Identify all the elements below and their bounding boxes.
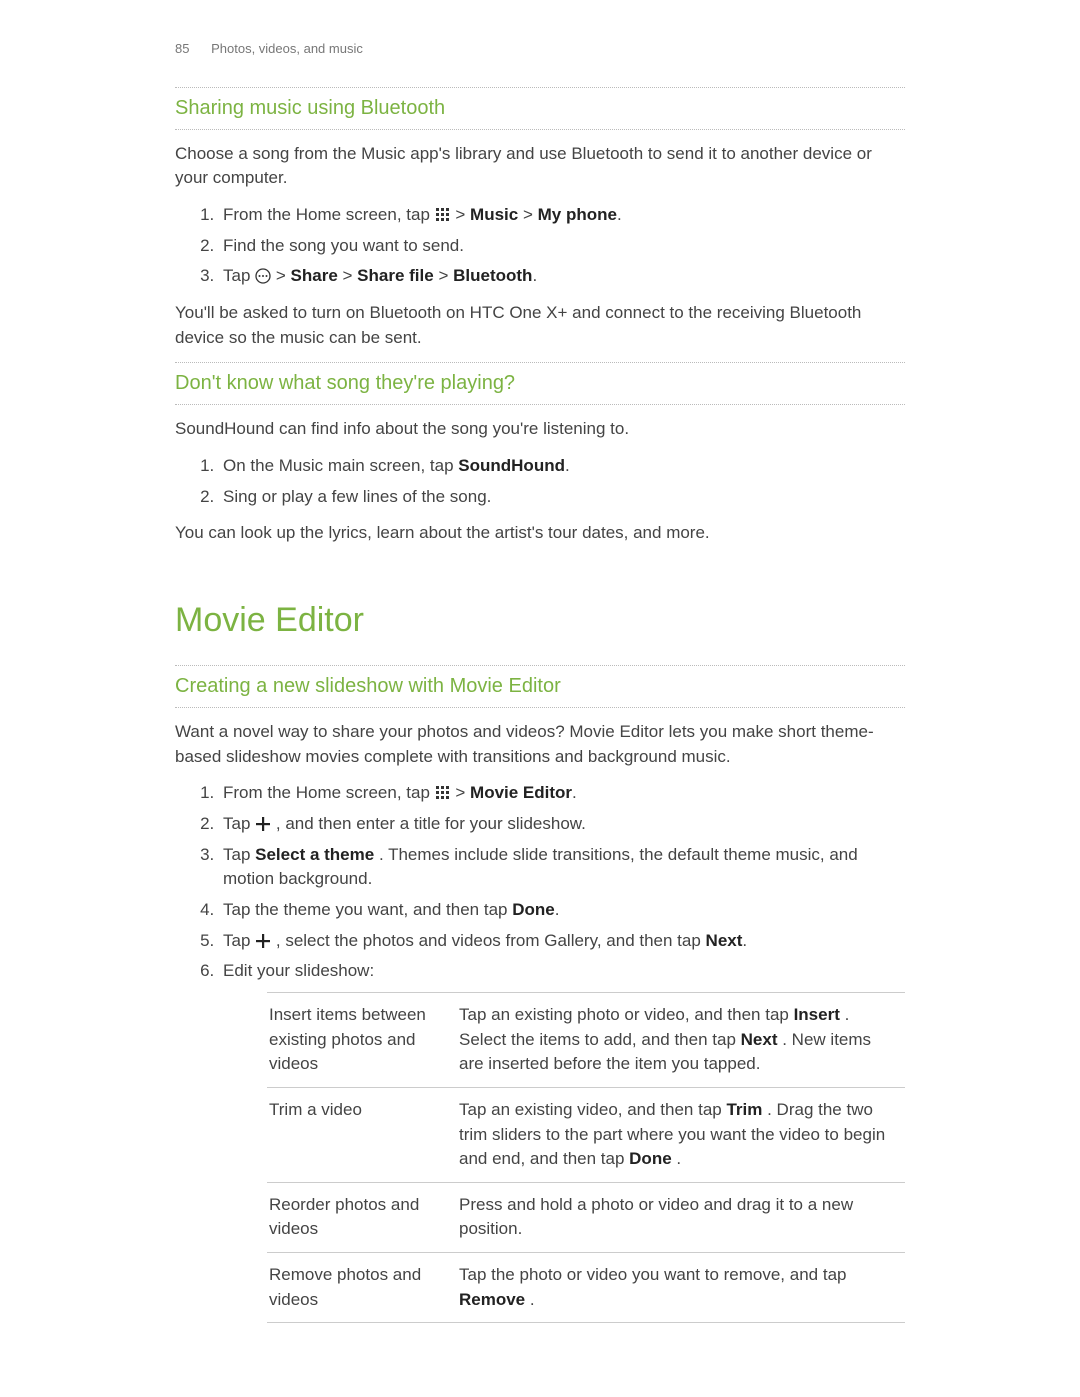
text: Press and hold a photo or video and drag… (459, 1195, 853, 1239)
bold-text: Music (470, 205, 518, 224)
text: Tap (223, 931, 255, 950)
apps-grid-icon (435, 207, 451, 223)
text: Tap (223, 266, 255, 285)
table-row: Insert items between existing photos and… (267, 992, 905, 1087)
text: > (438, 266, 453, 285)
bold-text: Share (291, 266, 338, 285)
plus-icon (255, 816, 271, 832)
paragraph: You can look up the lyrics, learn about … (175, 521, 905, 546)
paragraph: You'll be asked to turn on Bluetooth on … (175, 301, 905, 350)
text: Tap (223, 814, 255, 833)
apps-grid-icon (435, 785, 451, 801)
page-number: 85 (175, 40, 189, 59)
text: , select the photos and videos from Gall… (276, 931, 706, 950)
divider (175, 129, 905, 130)
paragraph: SoundHound can find info about the song … (175, 417, 905, 442)
bold-text: My phone (538, 205, 617, 224)
table-label: Trim a video (267, 1087, 457, 1182)
text: Tap an existing video, and then tap (459, 1100, 726, 1119)
table-desc: Tap the photo or video you want to remov… (457, 1253, 905, 1323)
text: > (343, 266, 358, 285)
subheading-soundhound: Don't know what song they're playing? (175, 369, 905, 398)
table-desc: Press and hold a photo or video and drag… (457, 1182, 905, 1252)
text: . (565, 456, 570, 475)
more-circle-icon (255, 268, 271, 284)
table-label: Reorder photos and videos (267, 1182, 457, 1252)
divider (175, 87, 905, 88)
list-item: Tap the theme you want, and then tap Don… (219, 898, 905, 923)
text: > (455, 205, 470, 224)
list-item: Tap Select a theme . Themes include slid… (219, 843, 905, 892)
text: > (276, 266, 291, 285)
table-desc: Tap an existing video, and then tap Trim… (457, 1087, 905, 1182)
list-item: On the Music main screen, tap SoundHound… (219, 454, 905, 479)
text: > (455, 783, 470, 802)
bold-text: Movie Editor (470, 783, 572, 802)
bold-text: Done (512, 900, 555, 919)
list-item: From the Home screen, tap > Movie Editor… (219, 781, 905, 806)
text: . (617, 205, 622, 224)
list-item: Tap > Share > Share file > Bluetooth. (219, 264, 905, 289)
bold-text: Trim (726, 1100, 762, 1119)
list-item: Find the song you want to send. (219, 234, 905, 259)
bold-text: Next (741, 1030, 778, 1049)
list-item: Edit your slideshow: Insert items betwee… (219, 959, 905, 1323)
table-row: Reorder photos and videos Press and hold… (267, 1182, 905, 1252)
text: > (523, 205, 538, 224)
divider (175, 362, 905, 363)
text: From the Home screen, tap (223, 783, 435, 802)
running-title: Photos, videos, and music (211, 41, 363, 56)
text: . (532, 266, 537, 285)
edit-slideshow-table: Insert items between existing photos and… (267, 992, 905, 1323)
table-row: Remove photos and videos Tap the photo o… (267, 1253, 905, 1323)
bold-text: Done (629, 1149, 672, 1168)
list-item: Tap , and then enter a title for your sl… (219, 812, 905, 837)
list-item: From the Home screen, tap > Music > My p… (219, 203, 905, 228)
list-item: Tap , select the photos and videos from … (219, 929, 905, 954)
text: . (676, 1149, 681, 1168)
bold-text: SoundHound (458, 456, 565, 475)
bold-text: Insert (794, 1005, 840, 1024)
bold-text: Share file (357, 266, 434, 285)
divider (175, 707, 905, 708)
section-title-movie-editor: Movie Editor (175, 596, 905, 645)
paragraph: Want a novel way to share your photos an… (175, 720, 905, 769)
text: . (530, 1290, 535, 1309)
table-label: Insert items between existing photos and… (267, 992, 457, 1087)
text: . (555, 900, 560, 919)
text: , and then enter a title for your slides… (276, 814, 586, 833)
text: Tap an existing photo or video, and then… (459, 1005, 794, 1024)
table-row: Trim a video Tap an existing video, and … (267, 1087, 905, 1182)
text: On the Music main screen, tap (223, 456, 458, 475)
subheading-creating-slideshow: Creating a new slideshow with Movie Edit… (175, 672, 905, 701)
plus-icon (255, 933, 271, 949)
divider (175, 404, 905, 405)
text: Tap (223, 845, 255, 864)
text: . (572, 783, 577, 802)
bold-text: Bluetooth (453, 266, 532, 285)
text: Edit your slideshow: (223, 961, 374, 980)
paragraph: Choose a song from the Music app's libra… (175, 142, 905, 191)
text: . (742, 931, 747, 950)
table-label: Remove photos and videos (267, 1253, 457, 1323)
steps-list: On the Music main screen, tap SoundHound… (175, 454, 905, 509)
steps-list: From the Home screen, tap > Movie Editor… (175, 781, 905, 1323)
bold-text: Remove (459, 1290, 525, 1309)
divider (175, 665, 905, 666)
steps-list: From the Home screen, tap > Music > My p… (175, 203, 905, 289)
bold-text: Next (706, 931, 743, 950)
text: Tap the photo or video you want to remov… (459, 1265, 846, 1284)
bold-text: Select a theme (255, 845, 374, 864)
manual-page: 85 Photos, videos, and music Sharing mus… (0, 0, 1080, 1397)
text: From the Home screen, tap (223, 205, 435, 224)
table-desc: Tap an existing photo or video, and then… (457, 992, 905, 1087)
subheading-sharing-bluetooth: Sharing music using Bluetooth (175, 94, 905, 123)
running-header: 85 Photos, videos, and music (175, 40, 905, 59)
text: Tap the theme you want, and then tap (223, 900, 512, 919)
list-item: Sing or play a few lines of the song. (219, 485, 905, 510)
